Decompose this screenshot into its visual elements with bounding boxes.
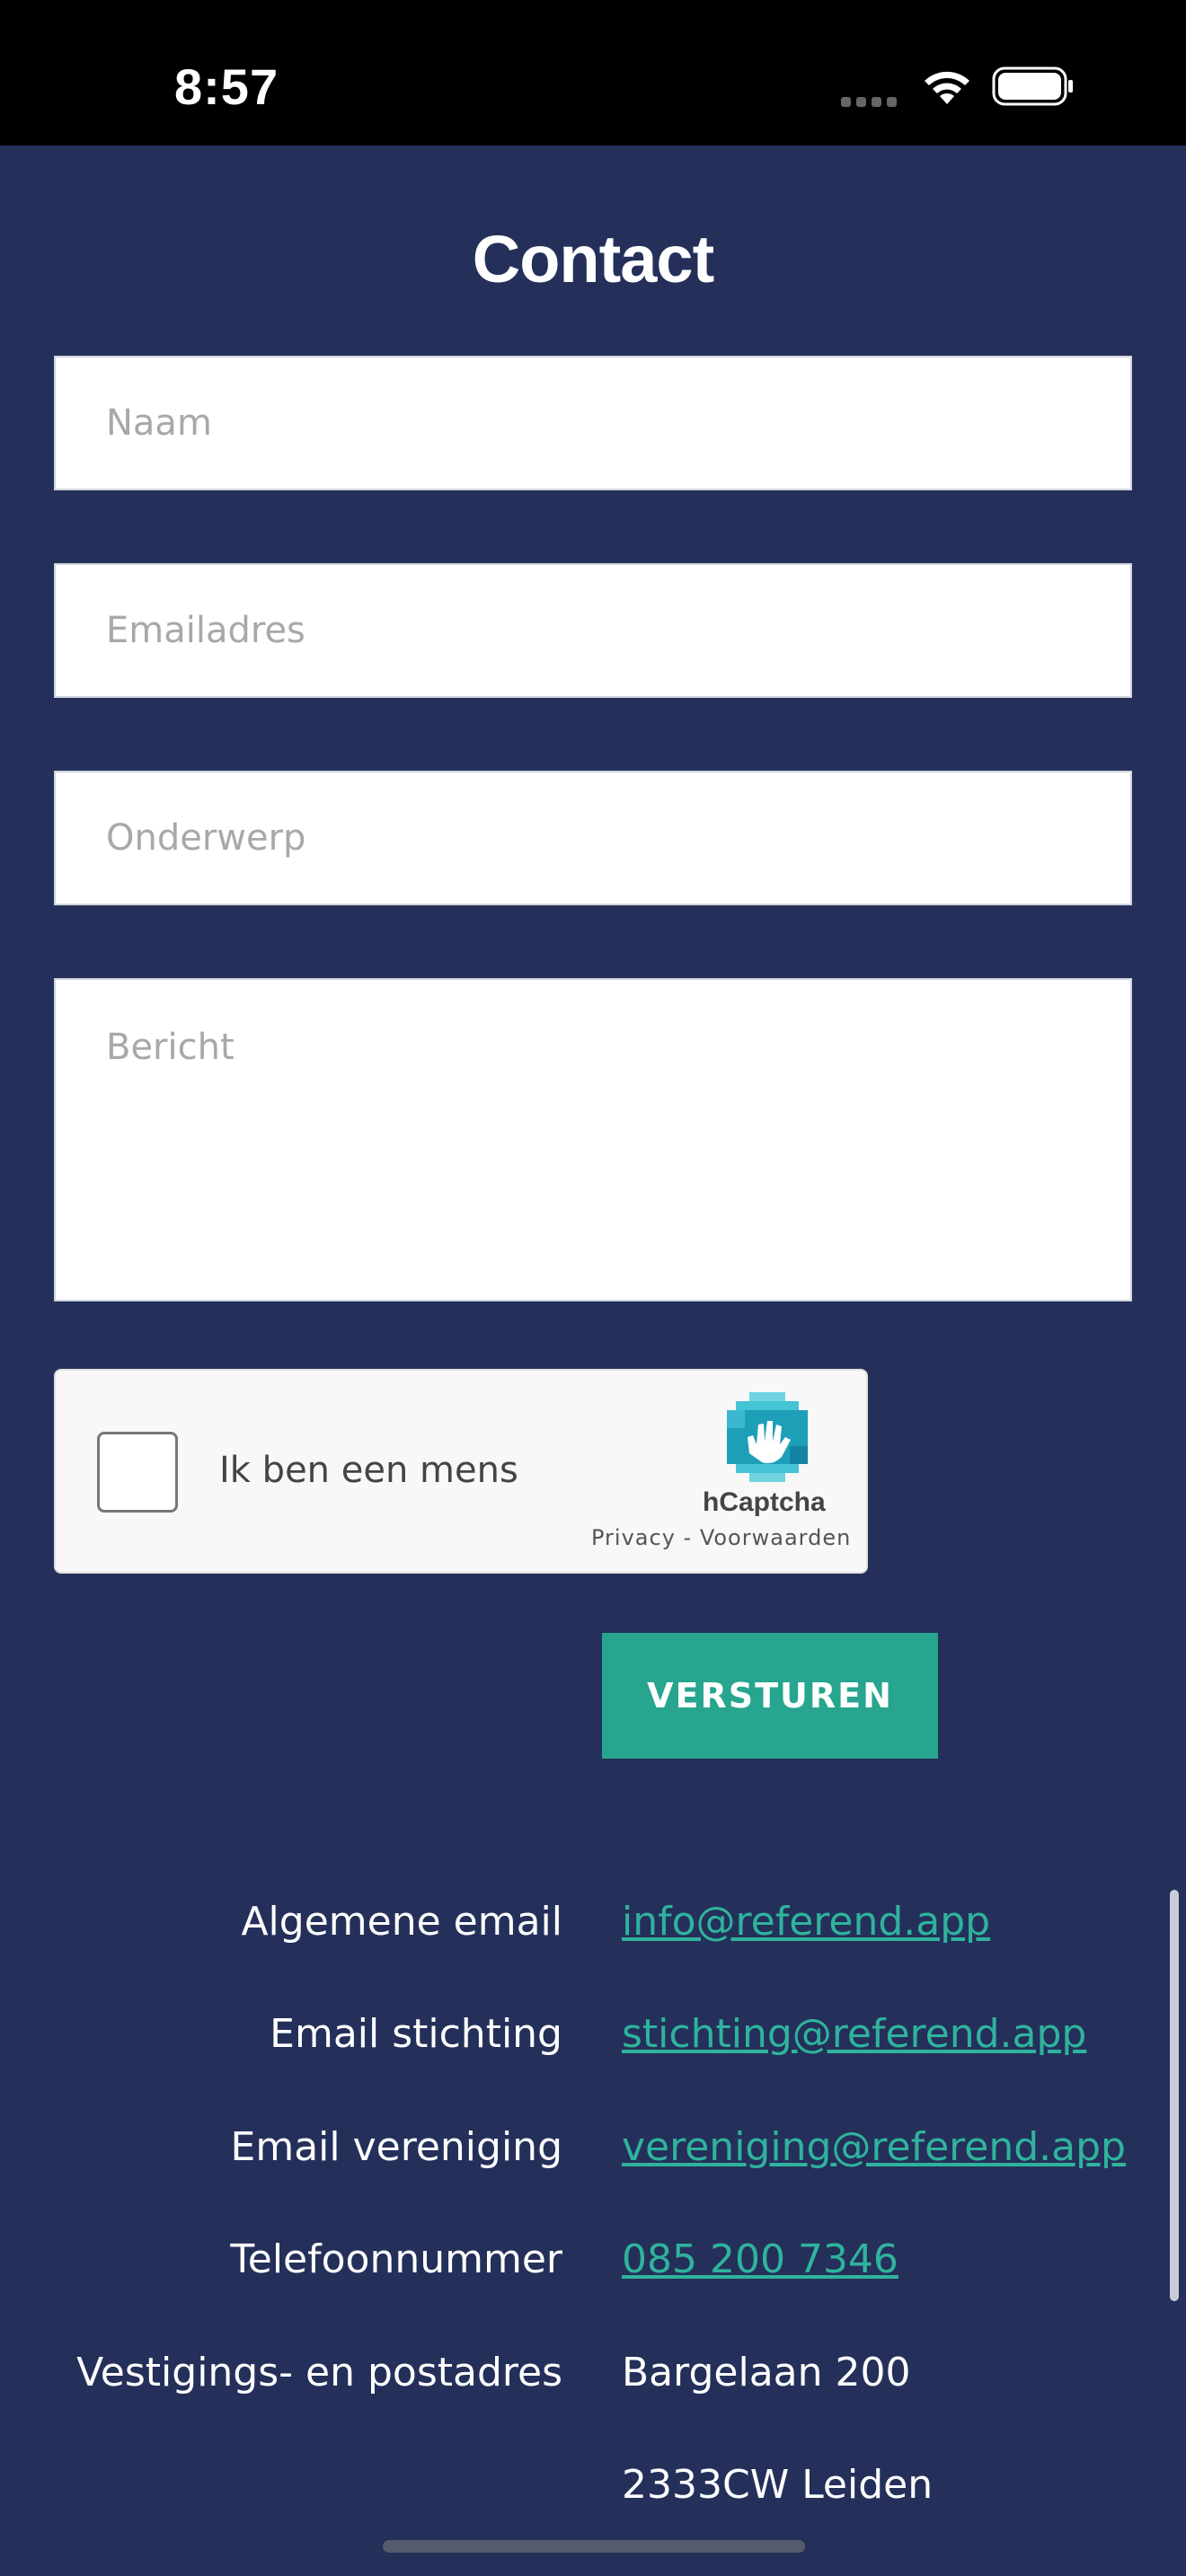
contact-row-association-email: Email vereniging vereniging@referend.app — [0, 2124, 1186, 2196]
hcaptcha-brand: hCaptcha — [703, 1487, 826, 1517]
scrollbar[interactable] — [1170, 1890, 1179, 2301]
submit-button[interactable]: VERSTUREN — [602, 1633, 938, 1759]
foundation-email-link[interactable]: stichting@referend.app — [622, 2011, 1086, 2057]
association-email-label: Email vereniging — [230, 2124, 562, 2170]
home-indicator[interactable] — [383, 2540, 805, 2553]
address-label: Vestigings- en postadres — [76, 2350, 562, 2395]
general-email-label: Algemene email — [241, 1899, 562, 1945]
association-email-link[interactable]: vereniging@referend.app — [622, 2124, 1126, 2170]
contact-row-foundation-email: Email stichting stichting@referend.app — [0, 2011, 1186, 2083]
hcaptcha-widget: Ik ben een mens hCaptcha Privacy - Voorw… — [54, 1369, 868, 1574]
status-bar: 8:57 — [0, 0, 1186, 146]
name-field[interactable] — [54, 356, 1132, 490]
status-time: 8:57 — [174, 58, 279, 115]
phone-link[interactable]: 085 200 7346 — [622, 2236, 898, 2282]
email-field[interactable] — [54, 563, 1132, 698]
subject-field[interactable] — [54, 771, 1132, 905]
signal-icon — [841, 95, 902, 111]
address-line2: 2333CW Leiden — [622, 2462, 934, 2508]
page-title: Contact — [472, 222, 714, 296]
foundation-email-label: Email stichting — [270, 2011, 562, 2057]
message-field[interactable] — [54, 978, 1132, 1301]
battery-icon — [992, 66, 1073, 106]
contact-row-address-city: 2333CW Leiden — [0, 2462, 1186, 2534]
captcha-label: Ik ben een mens — [219, 1450, 518, 1491]
address-line1: Bargelaan 200 — [622, 2350, 911, 2395]
wifi-icon — [925, 71, 969, 104]
human-checkbox[interactable] — [97, 1432, 178, 1513]
phone-label: Telefoonnummer — [230, 2236, 562, 2282]
general-email-link[interactable]: info@referend.app — [622, 1899, 990, 1945]
contact-row-phone: Telefoonnummer 085 200 7346 — [0, 2236, 1186, 2308]
captcha-links[interactable]: Privacy - Voorwaarden — [591, 1525, 851, 1550]
contact-row-address: Vestigings- en postadres Bargelaan 200 — [0, 2350, 1186, 2422]
hcaptcha-logo-icon — [727, 1392, 808, 1482]
contact-row-general-email: Algemene email info@referend.app — [0, 1899, 1186, 1971]
